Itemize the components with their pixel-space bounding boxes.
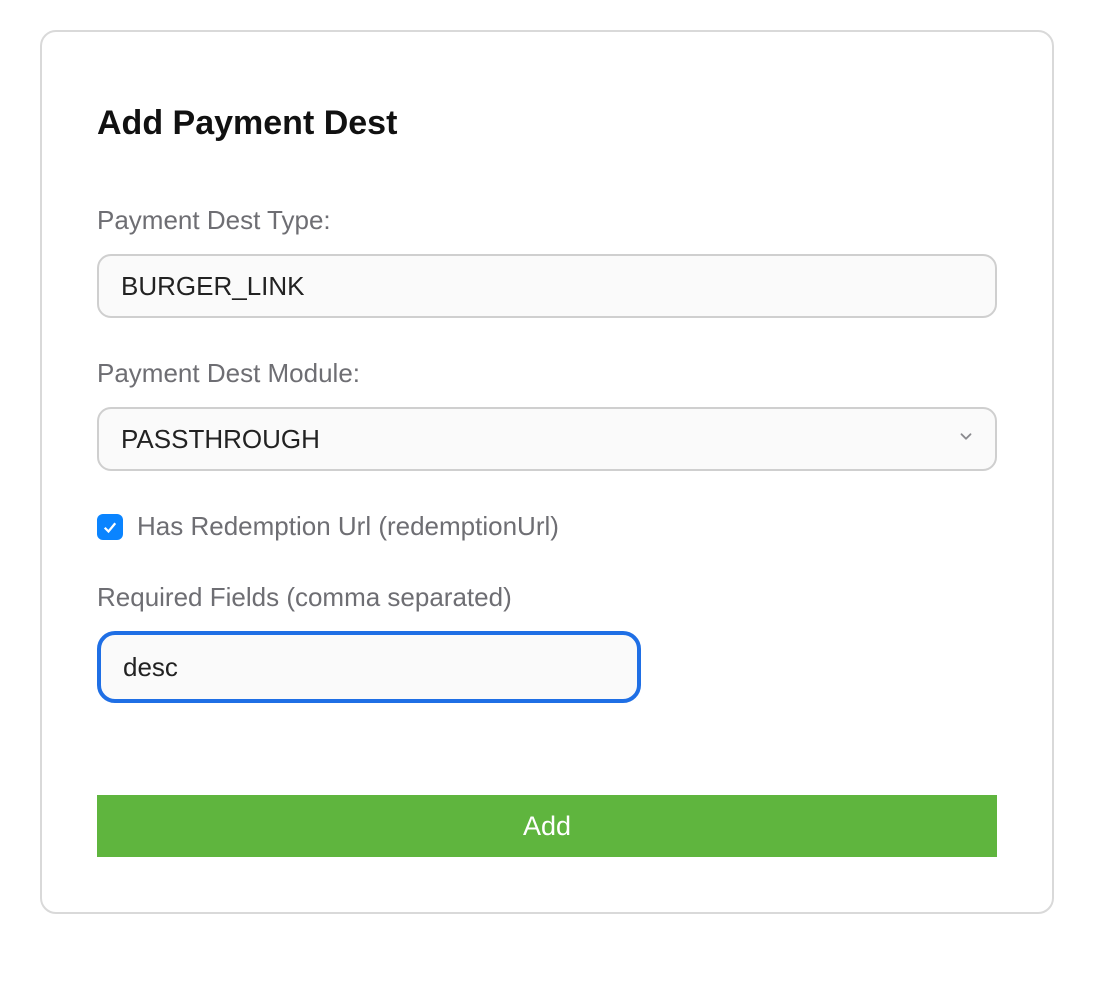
checkmark-icon (101, 518, 119, 536)
has-redemption-url-label: Has Redemption Url (redemptionUrl) (137, 511, 559, 542)
add-button[interactable]: Add (97, 795, 997, 857)
card-title: Add Payment Dest (97, 104, 997, 143)
has-redemption-url-row: Has Redemption Url (redemptionUrl) (97, 511, 997, 542)
payment-dest-module-group: Payment Dest Module: PASSTHROUGH (97, 358, 997, 471)
payment-dest-type-label: Payment Dest Type: (97, 205, 997, 236)
required-fields-label: Required Fields (comma separated) (97, 582, 997, 613)
add-payment-dest-card: Add Payment Dest Payment Dest Type: Paym… (40, 30, 1054, 914)
payment-dest-type-group: Payment Dest Type: (97, 205, 997, 318)
payment-dest-module-select-wrap: PASSTHROUGH (97, 407, 997, 471)
payment-dest-type-input[interactable] (97, 254, 997, 318)
payment-dest-module-label: Payment Dest Module: (97, 358, 997, 389)
has-redemption-url-checkbox[interactable] (97, 514, 123, 540)
required-fields-group: Required Fields (comma separated) (97, 582, 997, 703)
payment-dest-module-select[interactable]: PASSTHROUGH (97, 407, 997, 471)
required-fields-input[interactable] (97, 631, 641, 703)
